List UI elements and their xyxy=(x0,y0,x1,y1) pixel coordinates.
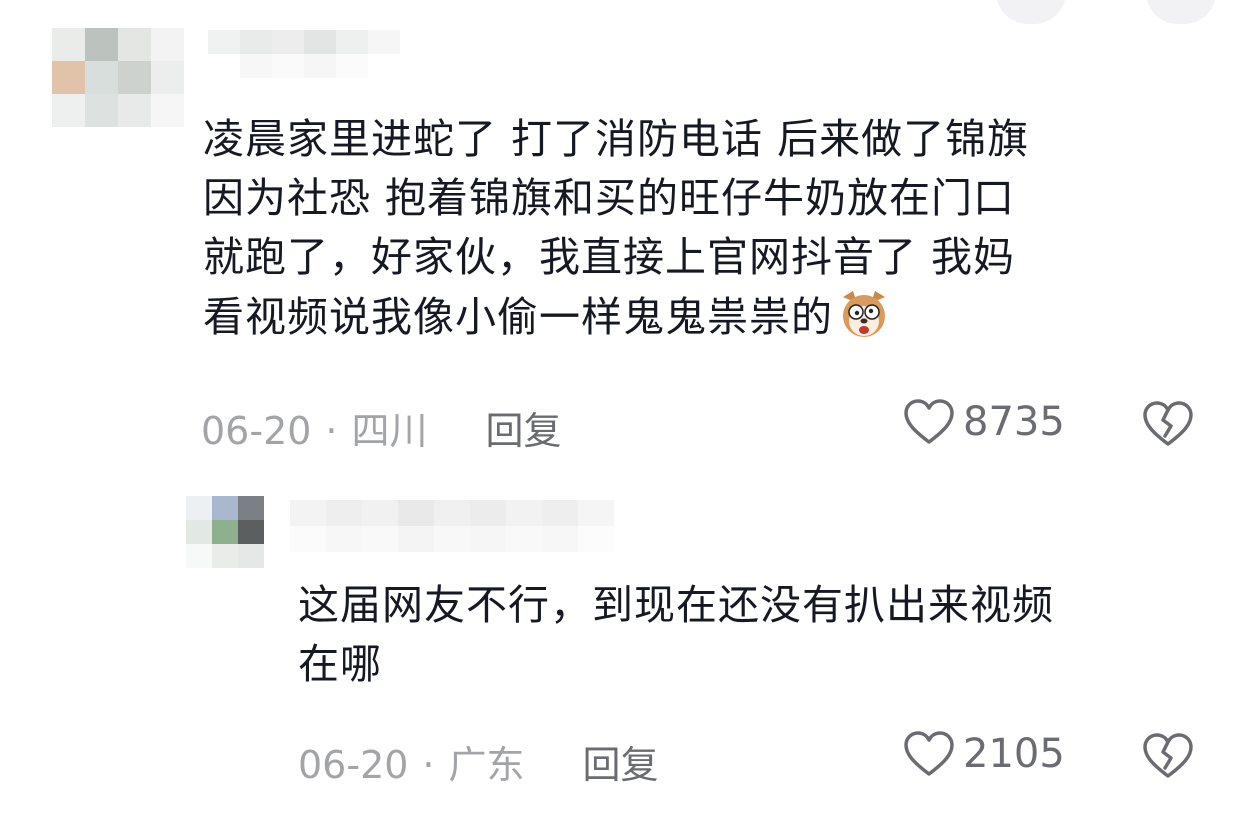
top-action-button-2[interactable] xyxy=(1146,0,1216,24)
like-count: 8735 xyxy=(963,399,1065,445)
comment-date: 06-20 xyxy=(201,409,312,453)
username[interactable] xyxy=(290,500,614,552)
comment-location: 广东 xyxy=(448,743,525,787)
comment-meta: 06-20 · 广东 回复 xyxy=(298,734,659,789)
comment-meta: 06-20 · 四川 回复 xyxy=(201,400,562,455)
reply-button[interactable]: 回复 xyxy=(486,409,562,453)
comment-text: 凌晨家里进蛇了 打了消防电话 后来做了锦旗 因为社恐 抱着锦旗和买的旺仔牛奶放在… xyxy=(203,115,1030,341)
meta-separator: · xyxy=(422,743,435,787)
avatar[interactable] xyxy=(52,28,184,127)
like-button[interactable]: 8735 xyxy=(903,398,1065,446)
heart-outline-icon xyxy=(904,731,954,776)
comment-date: 06-20 xyxy=(298,743,409,787)
avatar[interactable] xyxy=(186,496,264,568)
reply-button[interactable]: 回复 xyxy=(583,743,659,787)
like-button[interactable]: 2105 xyxy=(903,730,1065,778)
top-action-button-1[interactable] xyxy=(996,0,1066,24)
comment-text: 这届网友不行，到现在还没有扒出来视频 在哪 xyxy=(298,581,1054,688)
comment-location: 四川 xyxy=(351,409,428,453)
meta-separator: · xyxy=(325,409,338,453)
broken-heart-icon[interactable] xyxy=(1142,732,1194,780)
heart-outline-icon xyxy=(904,399,954,444)
dog-face-emoji-icon xyxy=(843,291,885,337)
username[interactable] xyxy=(208,30,400,78)
broken-heart-icon[interactable] xyxy=(1142,400,1194,448)
like-count: 2105 xyxy=(963,731,1065,777)
